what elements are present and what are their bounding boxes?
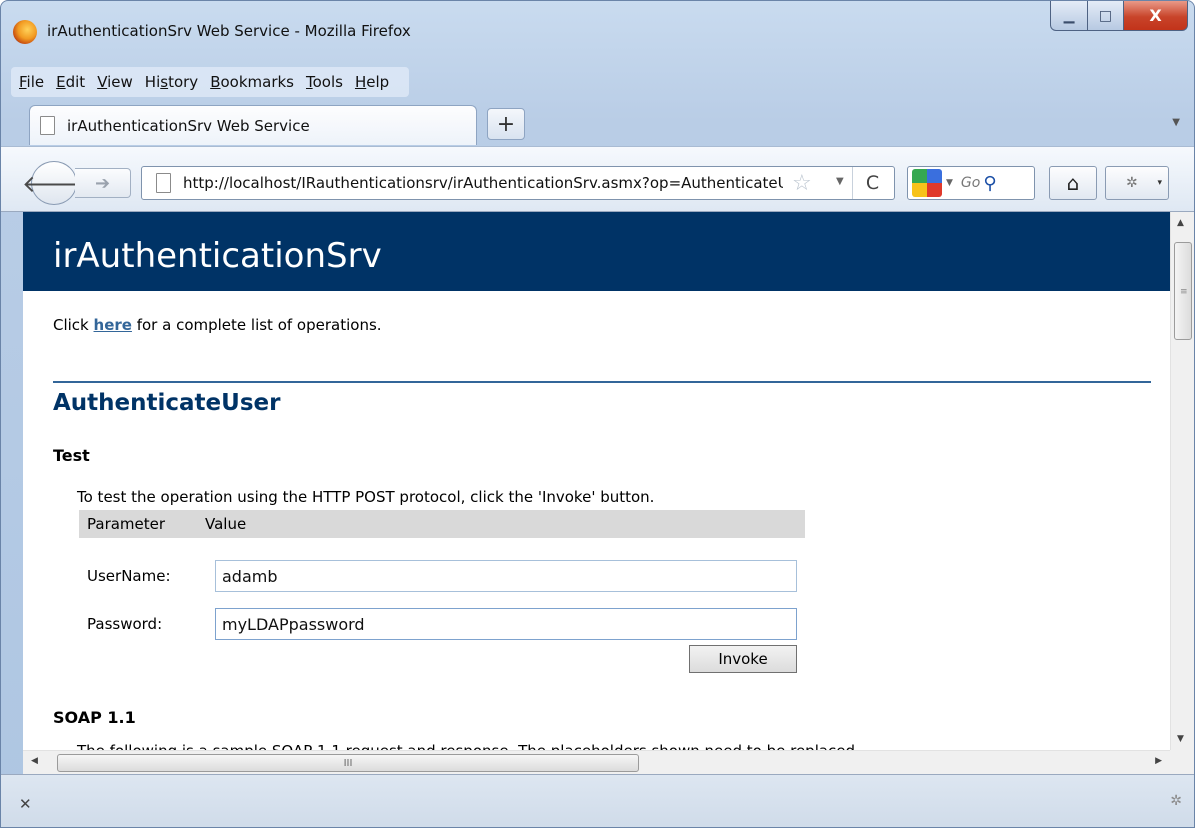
addon-button[interactable]: ✲ ▾ [1105, 166, 1169, 200]
url-text[interactable]: http://localhost/IRauthenticationsrv/irA… [183, 174, 783, 192]
close-button[interactable]: X [1124, 1, 1188, 31]
status-bar: ✕ ✲ [1, 774, 1194, 827]
password-field[interactable] [215, 608, 797, 640]
parameter-table: Parameter Value UserName: Password: [79, 510, 805, 640]
menu-file[interactable]: File [19, 73, 44, 91]
value-header: Value [205, 515, 247, 533]
tab-strip: irAuthenticationSrv Web Service + ▼ [1, 101, 1194, 147]
horizontal-scroll-thumb[interactable]: III [57, 754, 639, 772]
url-bar[interactable]: http://localhost/IRauthenticationsrv/irA… [141, 166, 895, 200]
search-placeholder[interactable]: Go [961, 175, 980, 191]
title-bar: irAuthenticationSrv Web Service - Mozill… [1, 1, 1194, 61]
test-description: To test the operation using the HTTP POS… [77, 488, 655, 506]
menu-help[interactable]: Help [355, 73, 389, 91]
soap-description: The following is a sample SOAP 1.1 reque… [77, 742, 855, 750]
menu-file-accel: F [19, 73, 27, 91]
site-identity-icon[interactable] [156, 173, 171, 193]
scroll-up-icon[interactable]: ▲ [1177, 218, 1184, 228]
section-divider [53, 381, 1151, 383]
parameter-row: Password: [79, 606, 805, 642]
invoke-button[interactable]: Invoke [689, 645, 797, 673]
search-box[interactable]: ▼ Go ⚲ [907, 166, 1035, 200]
menu-tools[interactable]: Tools [306, 73, 343, 91]
window-title: irAuthenticationSrv Web Service - Mozill… [47, 22, 411, 40]
window-controls: ▁ □ X [1050, 1, 1188, 31]
scroll-right-icon[interactable]: ▶ [1155, 756, 1162, 766]
menu-help-accel: H [354, 73, 367, 91]
history-dropdown-icon[interactable]: ▼ [836, 176, 844, 187]
password-label: Password: [87, 615, 163, 633]
vertical-scroll-thumb[interactable]: ≡ [1174, 242, 1192, 340]
addon-status-icon: ✲ [1170, 793, 1182, 809]
addon-icon: ✲ [1126, 175, 1138, 191]
menu-view[interactable]: View [97, 73, 133, 91]
back-button[interactable]: 🡐 [22, 161, 86, 205]
operation-title: AuthenticateUser [53, 390, 281, 416]
search-icon[interactable]: ⚲ [983, 173, 996, 194]
minimize-button[interactable]: ▁ [1050, 1, 1088, 31]
scroll-left-icon[interactable]: ◀ [31, 756, 38, 766]
intro-before: Click [53, 316, 94, 334]
service-title: irAuthenticationSrv [53, 236, 382, 276]
navigation-toolbar: 🡐 ➔ http://localhost/IRauthenticationsrv… [1, 146, 1194, 212]
bookmark-star-icon[interactable]: ☆ [792, 171, 812, 196]
parameter-row: UserName: [79, 558, 805, 594]
menu-bookmarks-accel: B [210, 73, 221, 91]
page-banner: irAuthenticationSrv [23, 212, 1170, 291]
test-heading: Test [53, 446, 90, 465]
menu-edit[interactable]: Edit [56, 73, 85, 91]
menu-bar: File Edit View History Bookmarks Tools H… [11, 67, 410, 97]
username-field[interactable] [215, 560, 797, 592]
tab-list-icon[interactable]: ▼ [1172, 117, 1180, 128]
scrollbar-corner [1170, 750, 1194, 774]
menu-history[interactable]: History [145, 73, 198, 91]
tab-label: irAuthenticationSrv Web Service [67, 116, 310, 135]
intro-text: Click here for a complete list of operat… [53, 316, 382, 334]
page-viewport: irAuthenticationSrv Click here for a com… [23, 212, 1170, 750]
maximize-button[interactable]: □ [1088, 1, 1124, 31]
close-addon-bar-icon[interactable]: ✕ [19, 795, 32, 813]
parameter-table-header: Parameter Value [79, 510, 805, 538]
reload-button[interactable]: C [852, 167, 892, 199]
menu-edit-accel: E [56, 73, 66, 91]
tab-active[interactable]: irAuthenticationSrv Web Service [29, 105, 477, 145]
browser-window: irAuthenticationSrv Web Service - Mozill… [0, 0, 1195, 828]
soap-heading: SOAP 1.1 [53, 708, 136, 727]
search-engine-dropdown-icon[interactable]: ▼ [946, 178, 953, 188]
menu-bookmarks[interactable]: Bookmarks [210, 73, 294, 91]
horizontal-scrollbar[interactable]: ◀ III ▶ [23, 750, 1170, 774]
home-button[interactable]: ⌂ [1049, 166, 1097, 200]
menu-history-accel: s [160, 73, 169, 91]
grip-icon: III [343, 757, 353, 769]
intro-after: for a complete list of operations. [131, 316, 382, 334]
grip-icon: ≡ [1180, 287, 1188, 297]
menu-view-accel: V [97, 73, 108, 91]
scroll-down-icon[interactable]: ▼ [1177, 734, 1184, 744]
addon-dropdown-icon[interactable]: ▾ [1157, 178, 1162, 188]
username-label: UserName: [87, 567, 171, 585]
operations-link[interactable]: here [94, 316, 132, 334]
firefox-logo-icon [13, 20, 37, 44]
forward-button[interactable]: ➔ [75, 168, 131, 198]
menu-tools-accel: T [306, 73, 313, 91]
google-icon[interactable] [912, 169, 942, 197]
page-icon [40, 116, 55, 135]
parameter-header: Parameter [87, 515, 166, 533]
vertical-scrollbar[interactable]: ▲ ≡ ▼ [1170, 212, 1194, 750]
new-tab-button[interactable]: + [487, 108, 525, 140]
